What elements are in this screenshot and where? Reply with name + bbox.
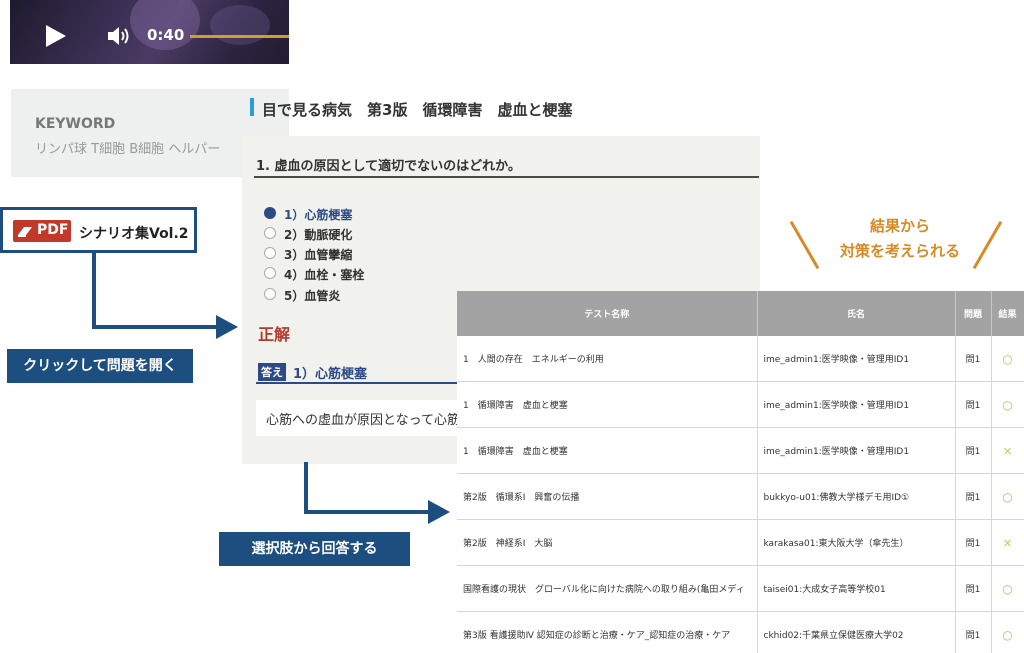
connector-line — [92, 325, 218, 329]
cell-result: × — [991, 519, 1024, 566]
cell-test-name: 1 循環障害 虚血と梗塞 — [457, 381, 758, 428]
quiz-title: 目で見る病気 第3版 循環障害 虚血と梗塞 — [262, 101, 573, 119]
video-progress-bar[interactable] — [190, 35, 289, 38]
video-frame-shape — [210, 5, 270, 45]
cell-test-name: 第2版 循環系Ⅰ 興奮の伝播 — [457, 473, 758, 520]
arrow-right-icon — [216, 315, 238, 339]
answer-underline — [256, 382, 466, 384]
results-note-line1: 結果から — [869, 217, 930, 235]
callout-open-question: クリックして問題を開く — [7, 349, 193, 383]
cell-result: ○ — [991, 565, 1024, 612]
cell-user-name: karakasa01:東大阪大学（傘先生） — [757, 519, 956, 566]
results-table: テスト名称 氏名 問題 結果 1 人間の存在 エネルギーの利用 ime_admi… — [457, 291, 1024, 653]
cell-user-name: ime_admin1:医学映像・管理用ID1 — [757, 427, 956, 474]
keyword-label: KEYWORD — [35, 116, 116, 132]
cell-user-name: ime_admin1:医学映像・管理用ID1 — [757, 381, 956, 428]
results-table-panel: テスト名称 氏名 問題 結果 1 人間の存在 エネルギーの利用 ime_admi… — [457, 291, 1024, 653]
pdf-badge-label: PDF — [37, 222, 69, 238]
option-label: 3）血管攣縮 — [284, 248, 353, 262]
cell-result: ○ — [991, 381, 1024, 428]
table-row[interactable]: 1 循環障害 虚血と梗塞 ime_admin1:医学映像・管理用ID1 問1 × — [457, 427, 1024, 474]
cell-question: 問1 — [955, 427, 992, 474]
callout-answer-choice: 選択肢から回答する — [219, 532, 410, 566]
radio[interactable] — [264, 267, 276, 279]
video-time: 0:40 — [147, 26, 185, 44]
cell-result: ○ — [991, 336, 1024, 382]
table-row[interactable]: 1 人間の存在 エネルギーの利用 ime_admin1:医学映像・管理用ID1 … — [457, 336, 1024, 382]
radio[interactable] — [264, 247, 276, 259]
cell-question: 問1 — [955, 519, 992, 566]
arrow-right-icon — [428, 500, 450, 524]
table-header-row: テスト名称 氏名 問題 結果 — [457, 291, 1024, 336]
answer-text: 1）心筋梗塞 — [293, 367, 368, 382]
result-correct-label: 正解 — [258, 325, 291, 344]
cell-result: ○ — [991, 473, 1024, 520]
title-accent-bar — [250, 98, 254, 116]
radio-selected[interactable] — [264, 207, 276, 219]
table-row[interactable]: 第2版 神経系Ⅰ 大脳 karakasa01:東大阪大学（傘先生） 問1 × — [457, 519, 1024, 566]
table-row[interactable]: 第2版 循環系Ⅰ 興奮の伝播 bukkyo-u01:佛教大学様デモ用ID① 問1… — [457, 473, 1024, 520]
play-icon[interactable] — [46, 25, 66, 47]
explanation-text: 心筋への虚血が原因となって心筋 — [266, 413, 460, 428]
table-row[interactable]: 第3版 看護援助Ⅳ 認知症の診断と治療・ケア_認知症の治療・ケア ckhid02… — [457, 611, 1024, 653]
cell-question: 問1 — [955, 473, 992, 520]
question-text: 1. 虚血の原因として適切でないのはどれか。 — [256, 159, 521, 174]
cell-test-name: 国際看護の現状 グローバル化に向けた病院への取り組み(亀田メディ — [457, 565, 758, 612]
connector-line — [92, 253, 96, 329]
divider — [254, 176, 759, 178]
cell-question: 問1 — [955, 611, 992, 653]
radio[interactable] — [264, 288, 276, 300]
pdf-title: シナリオ集Vol.2 — [79, 226, 189, 242]
cell-user-name: ime_admin1:医学映像・管理用ID1 — [757, 336, 956, 382]
answer-tag: 答え — [258, 363, 286, 381]
pdf-badge: PDF — [13, 220, 71, 242]
cell-question: 問1 — [955, 381, 992, 428]
cell-user-name: taisei01:大成女子高等学校01 — [757, 565, 956, 612]
option-label: 2）動脈硬化 — [284, 228, 353, 242]
radio[interactable] — [264, 227, 276, 239]
results-note-line2: 対策を考えられる — [839, 242, 960, 260]
cell-question: 問1 — [955, 336, 992, 382]
table-row[interactable]: 1 循環障害 虚血と梗塞 ime_admin1:医学映像・管理用ID1 問1 ○ — [457, 381, 1024, 428]
header-user-name[interactable]: 氏名 — [757, 291, 956, 336]
explanation-box: 心筋への虚血が原因となって心筋 — [256, 400, 472, 436]
cell-test-name: 1 循環障害 虚血と梗塞 — [457, 427, 758, 474]
cell-user-name: bukkyo-u01:佛教大学様デモ用ID① — [757, 473, 956, 520]
header-result[interactable]: 結果 — [991, 291, 1024, 336]
cell-question: 問1 — [955, 565, 992, 612]
cell-result: ○ — [991, 611, 1024, 653]
cell-test-name: 1 人間の存在 エネルギーの利用 — [457, 336, 758, 382]
option-label: 4）血栓・塞栓 — [284, 268, 365, 282]
video-player[interactable]: 0:40 — [10, 0, 289, 64]
accent-slash-right — [972, 220, 1003, 270]
header-test-name[interactable]: テスト名称 — [457, 291, 758, 336]
connector-line — [304, 462, 308, 514]
book-icon — [18, 227, 32, 237]
pdf-scenario-button[interactable]: PDF シナリオ集Vol.2 — [0, 207, 197, 253]
table-row[interactable]: 国際看護の現状 グローバル化に向けた病院への取り組み(亀田メディ taisei0… — [457, 565, 1024, 612]
cell-user-name: ckhid02:千葉県立保健医療大学02 — [757, 611, 956, 653]
connector-line — [304, 510, 430, 514]
keyword-text: リンパ球 T細胞 B細胞 ヘルパー — [35, 142, 221, 157]
accent-slash-left — [789, 220, 820, 270]
results-note: 結果から 対策を考えられる — [824, 214, 976, 264]
cell-result: × — [991, 427, 1024, 474]
cell-test-name: 第2版 神経系Ⅰ 大脳 — [457, 519, 758, 566]
volume-icon[interactable] — [106, 23, 132, 49]
cell-test-name: 第3版 看護援助Ⅳ 認知症の診断と治療・ケア_認知症の治療・ケア — [457, 611, 758, 653]
option-label: 1）心筋梗塞 — [284, 208, 353, 222]
option-label: 5）血管炎 — [284, 289, 341, 303]
header-question[interactable]: 問題 — [955, 291, 992, 336]
